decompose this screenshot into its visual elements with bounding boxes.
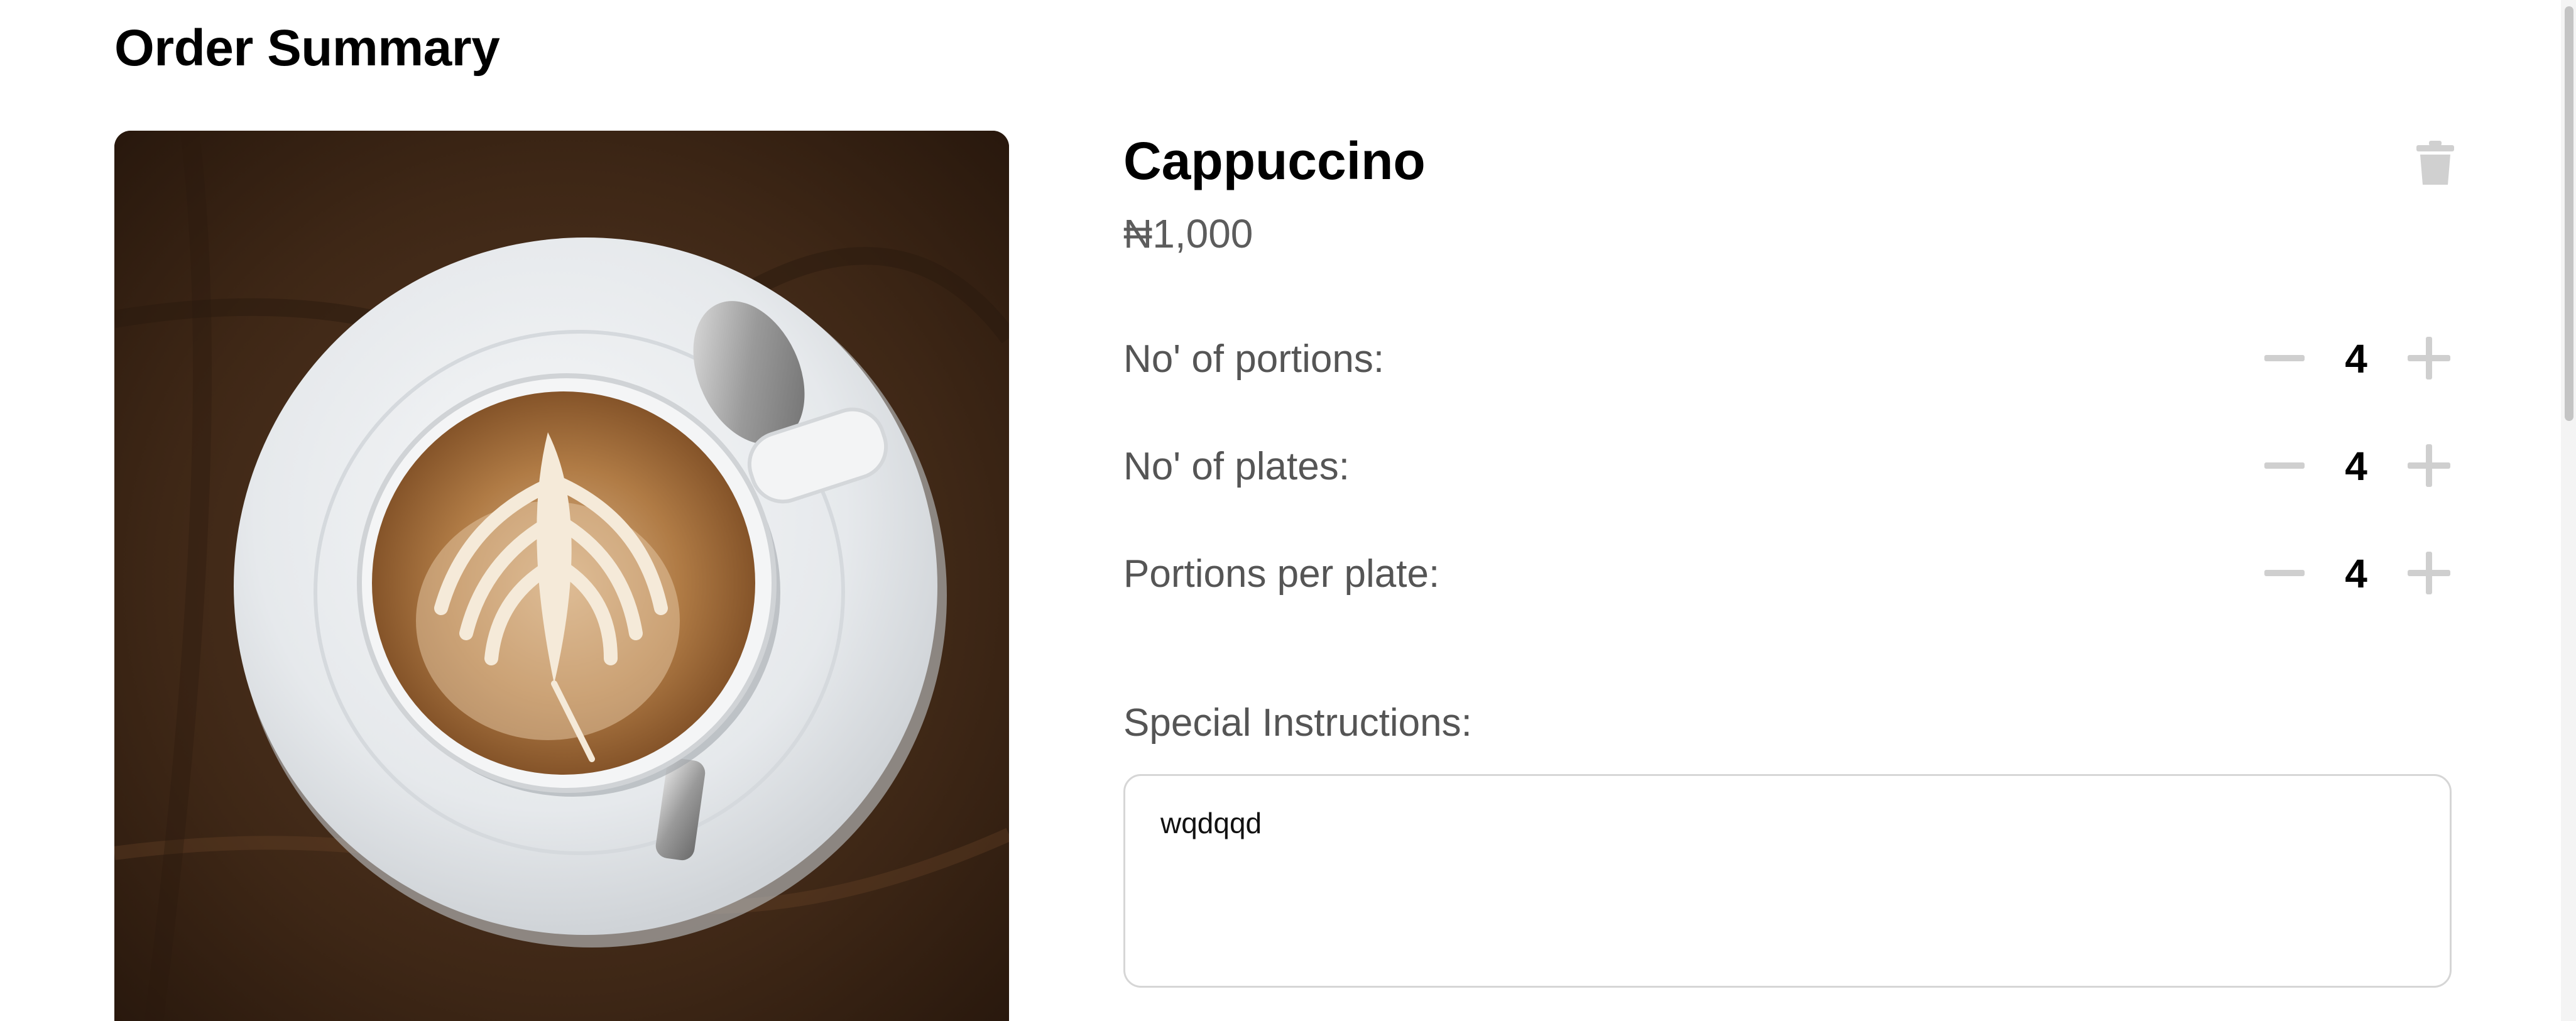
item-name: Cappuccino bbox=[1123, 131, 1426, 190]
portions-stepper: 4 bbox=[2256, 330, 2457, 386]
minus-icon[interactable] bbox=[2256, 545, 2312, 601]
plus-icon[interactable] bbox=[2401, 545, 2458, 601]
plus-icon[interactable] bbox=[2401, 330, 2458, 386]
portions-per-plate-stepper: 4 bbox=[2256, 545, 2457, 601]
scrollbar-thumb[interactable] bbox=[2565, 6, 2573, 421]
order-summary-page: Order Summary Cappuccino ₦1,000 No' of p… bbox=[0, 0, 2576, 1021]
portions-per-plate-value: 4 bbox=[2345, 551, 2367, 596]
plus-icon[interactable] bbox=[2401, 437, 2458, 494]
trash-icon[interactable] bbox=[2416, 141, 2454, 185]
product-image bbox=[114, 131, 1009, 1021]
special-instructions-label: Special Instructions: bbox=[1123, 701, 1472, 745]
portions-value: 4 bbox=[2345, 336, 2367, 381]
plates-stepper: 4 bbox=[2256, 437, 2457, 494]
page-title: Order Summary bbox=[114, 19, 500, 77]
minus-icon[interactable] bbox=[2256, 330, 2312, 386]
special-instructions-input[interactable]: wqdqqd bbox=[1123, 774, 2452, 988]
portions-per-plate-label: Portions per plate: bbox=[1123, 552, 1440, 596]
item-price: ₦1,000 bbox=[1123, 211, 1253, 256]
portions-label: No' of portions: bbox=[1123, 337, 1385, 381]
minus-icon[interactable] bbox=[2256, 437, 2312, 494]
plates-value: 4 bbox=[2345, 444, 2367, 489]
plates-label: No' of plates: bbox=[1123, 445, 1350, 488]
